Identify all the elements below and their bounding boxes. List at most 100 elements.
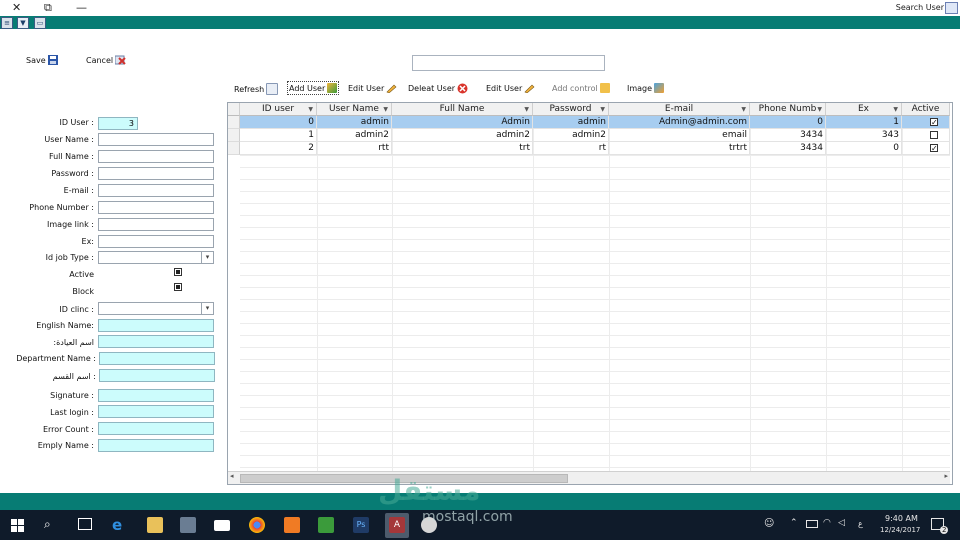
battery-icon[interactable] — [806, 520, 818, 528]
add-user-button[interactable]: Add User — [287, 81, 340, 95]
row-selector[interactable] — [228, 116, 240, 129]
image-button[interactable]: Image — [627, 83, 665, 93]
department-name-ar-field[interactable] — [99, 369, 215, 382]
english-name-field[interactable] — [98, 319, 214, 332]
employee-name-field[interactable] — [98, 439, 214, 452]
photoshop-icon[interactable]: Ps — [353, 517, 369, 533]
image-link-field[interactable] — [98, 218, 214, 231]
cell-password[interactable]: admin2 — [533, 129, 609, 142]
cell-password[interactable]: rt — [533, 142, 609, 155]
sort-arrow-icon[interactable]: ▼ — [308, 103, 313, 116]
cell-id[interactable]: 0 — [240, 116, 317, 129]
column-header-phone[interactable]: Phone Numb ▼ — [750, 103, 826, 116]
save-form-icon[interactable]: ▭ — [34, 17, 46, 29]
restore-icon[interactable]: ⧉ — [44, 1, 52, 14]
last-login-field[interactable] — [98, 405, 214, 418]
block-checkbox[interactable] — [174, 283, 182, 291]
save-button[interactable]: Save — [26, 55, 58, 65]
clinic-select[interactable]: ▾ — [98, 302, 214, 315]
sort-arrow-icon[interactable]: ▼ — [524, 103, 529, 116]
sort-arrow-icon[interactable]: ▼ — [383, 103, 388, 116]
cell-fullname[interactable]: trt — [392, 142, 533, 155]
cell-phone[interactable]: 0 — [750, 116, 826, 129]
user-name-field[interactable] — [98, 133, 214, 146]
task-view-icon[interactable] — [78, 518, 92, 530]
column-header-id[interactable]: ID user ▼ — [240, 103, 317, 116]
sort-arrow-icon[interactable]: ▼ — [817, 103, 822, 116]
column-header-fullname[interactable]: Full Name ▼ — [392, 103, 533, 116]
file-explorer-icon[interactable] — [147, 517, 163, 533]
refresh-button[interactable]: Refresh — [234, 83, 279, 95]
cell-fullname[interactable]: admin2 — [392, 129, 533, 142]
cell-phone[interactable]: 3434 — [750, 142, 826, 155]
active-checkbox[interactable]: ✓ — [930, 144, 938, 153]
error-count-field[interactable] — [98, 422, 214, 435]
password-field[interactable] — [98, 167, 214, 180]
horizontal-scrollbar[interactable]: ◂ ▸ — [228, 471, 950, 484]
cell-id[interactable]: 1 — [240, 129, 317, 142]
close-icon[interactable]: ✕ — [12, 1, 21, 14]
active-checkbox[interactable] — [930, 131, 938, 139]
wifi-icon[interactable]: ◠ — [823, 518, 831, 528]
clock-date[interactable]: 12/24/2017 — [880, 526, 920, 534]
column-header-ex[interactable]: Ex ▼ — [826, 103, 902, 116]
cell-active[interactable] — [902, 129, 950, 142]
cell-username[interactable]: admin2 — [317, 129, 392, 142]
row-selector[interactable] — [228, 142, 240, 155]
dropdown-arrow-icon[interactable]: ▼ — [17, 17, 29, 29]
clinic-name-ar-field[interactable] — [98, 335, 214, 348]
users-grid[interactable]: ID user ▼ User Name ▼ Full Name ▼ Password ▼… — [227, 102, 953, 485]
active-checkbox[interactable] — [174, 268, 182, 276]
phone-field[interactable] — [98, 201, 214, 214]
menu-icon[interactable]: ≡ — [1, 17, 13, 29]
clock-time[interactable]: 9:40 AM — [885, 514, 918, 523]
cell-active[interactable]: ✓ — [902, 116, 950, 129]
active-checkbox[interactable]: ✓ — [930, 118, 938, 127]
search-icon[interactable]: ⌕ — [44, 517, 51, 532]
cell-ex[interactable]: 1 — [826, 116, 902, 129]
access-icon[interactable]: A — [389, 517, 405, 533]
app-icon[interactable] — [318, 517, 334, 533]
chevron-up-icon[interactable]: ⌃ — [790, 518, 798, 528]
column-header-email[interactable]: E-mail ▼ — [609, 103, 750, 116]
sort-arrow-icon[interactable]: ▼ — [600, 103, 605, 116]
scroll-right-icon[interactable]: ▸ — [944, 472, 948, 480]
email-field[interactable] — [98, 184, 214, 197]
mail-icon[interactable] — [214, 520, 230, 531]
xampp-icon[interactable] — [284, 517, 300, 533]
sort-arrow-icon[interactable]: ▼ — [741, 103, 746, 116]
id-user-field[interactable]: 3 — [98, 117, 138, 130]
cell-email[interactable]: trtrt — [609, 142, 750, 155]
cell-active[interactable]: ✓ — [902, 142, 950, 155]
add-control-button[interactable]: Add control — [552, 83, 610, 93]
delete-user-button[interactable]: Deleat User — [408, 83, 468, 94]
department-name-field[interactable] — [99, 352, 215, 365]
volume-icon[interactable]: ◁ — [838, 518, 845, 528]
minimize-icon[interactable]: — — [76, 1, 87, 14]
windows-start-icon[interactable] — [11, 519, 24, 532]
cell-ex[interactable]: 343 — [826, 129, 902, 142]
full-name-field[interactable] — [98, 150, 214, 163]
cell-phone[interactable]: 3434 — [750, 129, 826, 142]
cell-username[interactable]: admin — [317, 116, 392, 129]
cell-username[interactable]: rtt — [317, 142, 392, 155]
cell-email[interactable]: email — [609, 129, 750, 142]
column-header-username[interactable]: User Name ▼ — [317, 103, 392, 116]
language-indicator[interactable]: ع — [858, 519, 863, 528]
cell-id[interactable]: 2 — [240, 142, 317, 155]
column-header-password[interactable]: Password ▼ — [533, 103, 609, 116]
store-icon[interactable] — [180, 517, 196, 533]
people-icon[interactable]: ☺ — [764, 518, 774, 529]
signature-field[interactable] — [98, 389, 214, 402]
chrome-icon[interactable] — [249, 517, 265, 533]
scroll-left-icon[interactable]: ◂ — [230, 472, 234, 480]
cell-password[interactable]: admin — [533, 116, 609, 129]
edge-icon[interactable]: e — [112, 517, 128, 533]
cancel-button[interactable]: Cancel — [86, 55, 126, 65]
cell-ex[interactable]: 0 — [826, 142, 902, 155]
ex-field[interactable] — [98, 235, 214, 248]
job-type-select[interactable]: ▾ — [98, 251, 214, 264]
search-input[interactable] — [412, 55, 605, 71]
sort-arrow-icon[interactable]: ▼ — [893, 103, 898, 116]
cell-fullname[interactable]: Admin — [392, 116, 533, 129]
